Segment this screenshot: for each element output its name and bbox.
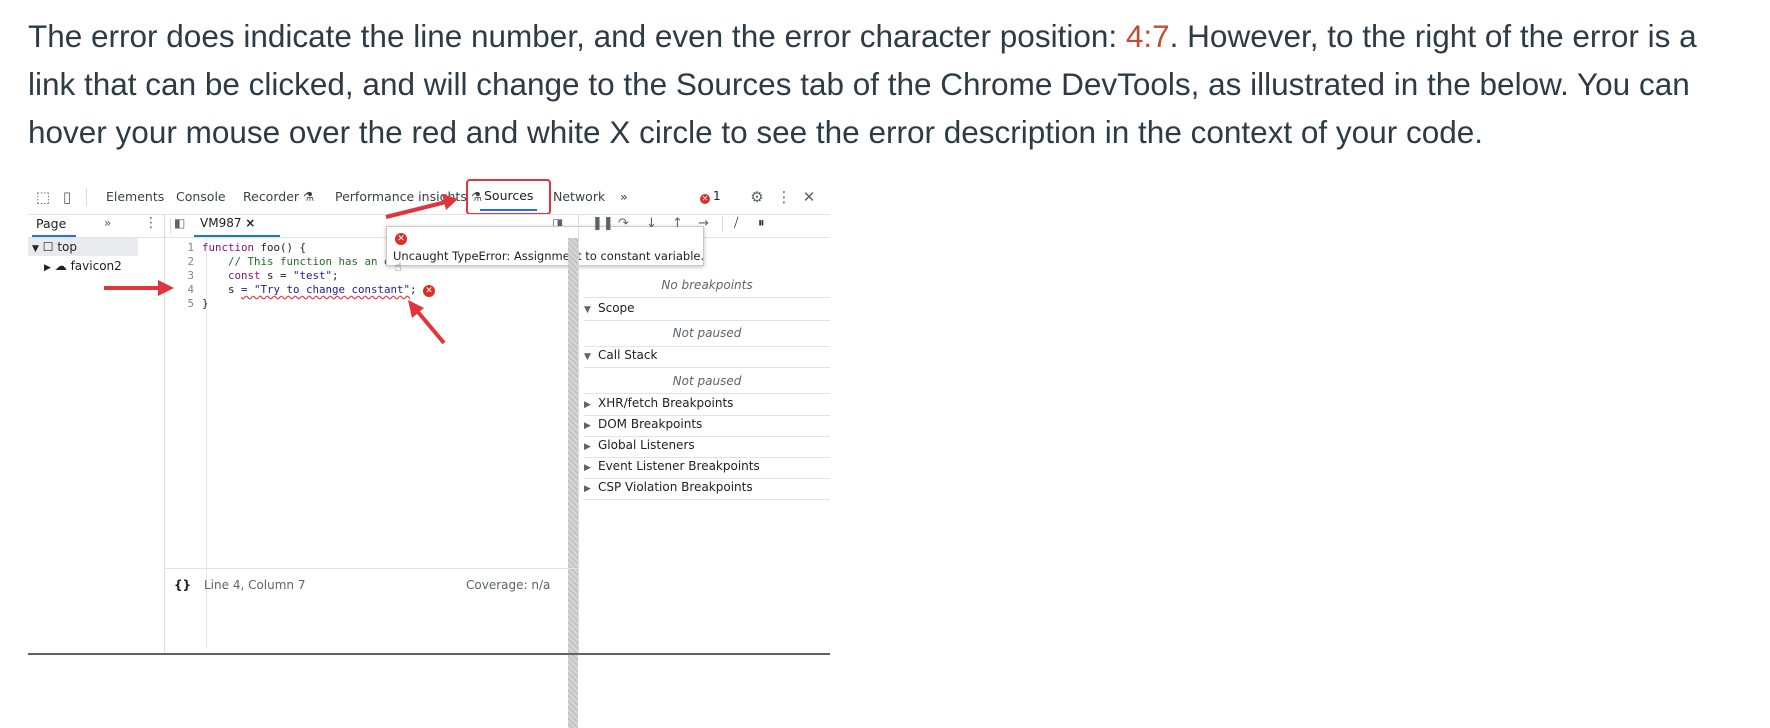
arrow-to-error-icon bbox=[408, 300, 446, 345]
error-position-link[interactable]: 4:7 bbox=[1126, 18, 1170, 54]
annotation-arrows bbox=[104, 194, 458, 345]
screenshot-bottom-border bbox=[28, 653, 830, 655]
arrow-to-sources-tab bbox=[385, 194, 458, 219]
paragraph-text-before: The error does indicate the line number,… bbox=[28, 18, 1126, 54]
arrow-to-error-line bbox=[104, 280, 174, 296]
devtools-screenshot: ⬚ ▯ Elements Console Recorder ⚗ Performa… bbox=[28, 179, 830, 728]
instruction-paragraph: The error does indicate the line number,… bbox=[28, 12, 1728, 156]
